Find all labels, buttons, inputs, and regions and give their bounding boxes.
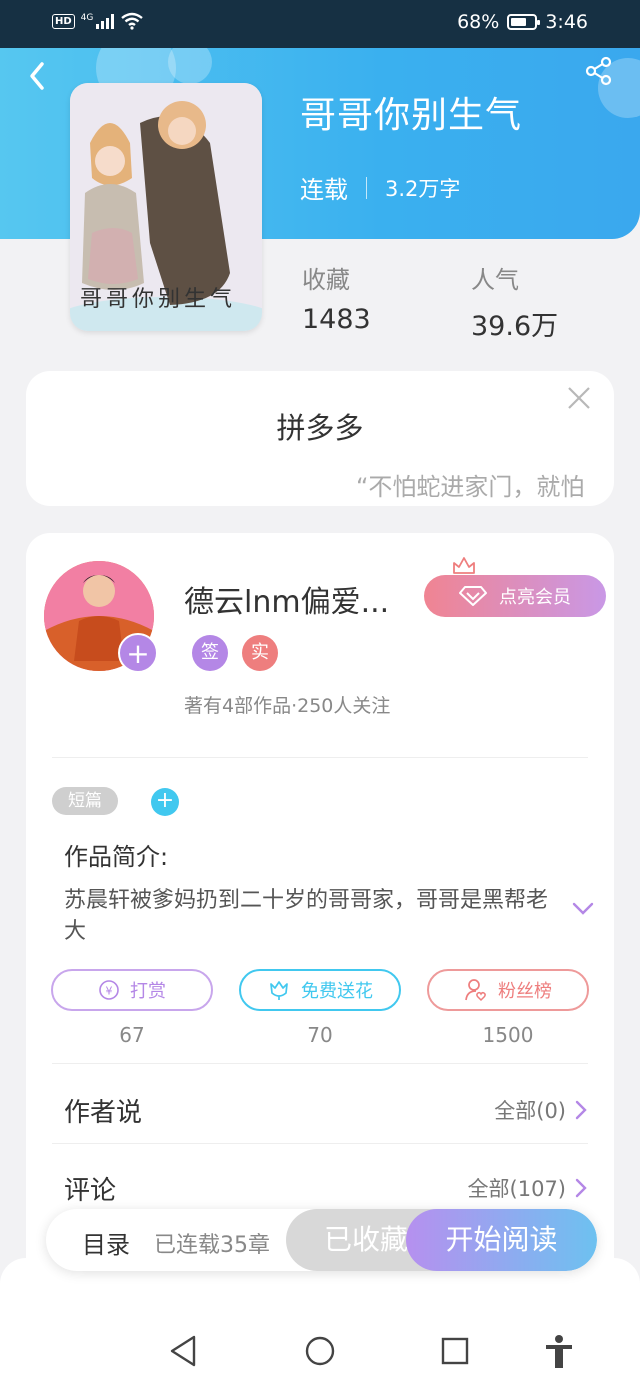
- vip-label: 点亮会员: [499, 587, 571, 608]
- signal-icon: 4G: [81, 13, 115, 29]
- tag-short-story: 短篇: [52, 787, 118, 815]
- comments-label: 评论: [64, 1175, 117, 1206]
- chevron-down-icon[interactable]: [570, 895, 596, 921]
- reward-button[interactable]: ¥ 打赏: [51, 969, 213, 1011]
- popularity-value: 39.6万: [471, 311, 559, 342]
- comments-value-wrap: 全部(107): [468, 1173, 588, 1203]
- svg-text:¥: ¥: [106, 985, 113, 998]
- send-flower-label: 免费送花: [301, 981, 373, 1002]
- flower-count: 70: [307, 1023, 333, 1047]
- chapter-count: 已连载35章: [154, 1233, 270, 1258]
- ad-text: “不怕蛇进家门，就怕: [356, 473, 585, 501]
- book-title: 哥哥你别生气: [300, 95, 523, 136]
- decor-bubble: [168, 48, 212, 84]
- clock: 3:46: [545, 11, 588, 33]
- divider: [52, 757, 588, 758]
- toc-button[interactable]: 目录: [82, 1225, 130, 1260]
- diamond-icon: [459, 586, 487, 606]
- favorites-label: 收藏: [302, 266, 350, 294]
- battery-fill: [511, 18, 527, 26]
- divider: [366, 176, 367, 199]
- intro-text: 苏晨轩被爹妈扔到二十岁的哥哥家，哥哥是黑帮老大: [64, 888, 549, 944]
- vip-button[interactable]: 点亮会员: [424, 575, 606, 617]
- share-icon[interactable]: [584, 56, 614, 86]
- book-cover[interactable]: 哥哥你别生气: [70, 83, 262, 331]
- back-icon[interactable]: [22, 56, 52, 96]
- favorites-value: 1483: [302, 304, 371, 335]
- chevron-right-icon: [575, 1178, 587, 1198]
- nav-back-icon[interactable]: [168, 1334, 198, 1368]
- bottom-action-bar: 目录 已连载35章 已收藏 开始阅读: [46, 1209, 597, 1271]
- battery-percent: 68%: [457, 11, 500, 33]
- ad-title: 拼多多: [276, 411, 364, 445]
- word-count: 3.2万字: [385, 176, 461, 201]
- status-right: 68% 3:46: [457, 11, 588, 33]
- accessibility-icon[interactable]: [543, 1334, 575, 1370]
- popularity-label: 人气: [471, 266, 519, 294]
- author-says-label: 作者说: [64, 1097, 143, 1128]
- follow-button[interactable]: +: [118, 633, 158, 673]
- signed-badge: 签: [192, 635, 228, 671]
- author-says-value: 全部(0): [494, 1099, 566, 1123]
- network-type: 4G: [80, 13, 94, 23]
- book-detail-card: + 德云lnm偏爱... 签 实 著有4部作品·250人关注 点亮会员 短篇 +…: [26, 533, 614, 1293]
- flower-icon: [270, 981, 288, 1000]
- author-says-row[interactable]: 作者说 全部(0): [64, 1085, 588, 1135]
- wifi-icon: [121, 12, 144, 30]
- nav-home-icon[interactable]: [304, 1334, 336, 1368]
- battery-icon: [507, 14, 541, 30]
- yen-icon: ¥: [99, 980, 119, 1000]
- reward-label: 打赏: [130, 981, 166, 1002]
- book-status: 连载 3.2万字: [300, 170, 460, 205]
- person-heart-icon: [465, 979, 486, 1002]
- crown-icon: [453, 557, 475, 577]
- status-left: HD 4G: [52, 12, 144, 30]
- fan-ranking-button[interactable]: 粉丝榜: [427, 969, 589, 1011]
- intro-label: 作品简介:: [64, 843, 169, 871]
- hd-icon: HD: [52, 13, 75, 29]
- author-name[interactable]: 德云lnm偏爱...: [184, 577, 389, 621]
- fan-ranking-count: 1500: [482, 1023, 534, 1047]
- serial-status: 连载: [300, 176, 348, 204]
- chevron-right-icon: [575, 1100, 587, 1120]
- author-says-value-wrap: 全部(0): [494, 1095, 588, 1125]
- verified-badge: 实: [242, 635, 278, 671]
- start-reading-button[interactable]: 开始阅读: [406, 1209, 597, 1271]
- ad-banner[interactable]: 拼多多 “不怕蛇进家门，就怕: [26, 371, 614, 506]
- status-bar: HD 4G 68% 3:46: [0, 0, 640, 48]
- send-flower-button[interactable]: 免费送花: [239, 969, 401, 1011]
- comments-value: 全部(107): [467, 1177, 566, 1201]
- system-nav-bar: [0, 1258, 640, 1387]
- nav-recents-icon[interactable]: [440, 1334, 470, 1368]
- close-icon[interactable]: [566, 385, 592, 411]
- add-tag-button[interactable]: +: [151, 788, 179, 816]
- cover-text: 哥哥你别生气: [80, 287, 237, 312]
- divider: [52, 1063, 588, 1064]
- fan-ranking-label: 粉丝榜: [498, 981, 552, 1002]
- author-meta: 著有4部作品·250人关注: [184, 695, 391, 717]
- divider: [52, 1143, 588, 1144]
- comments-row[interactable]: 评论 全部(107): [64, 1163, 588, 1213]
- reward-count: 67: [119, 1023, 145, 1047]
